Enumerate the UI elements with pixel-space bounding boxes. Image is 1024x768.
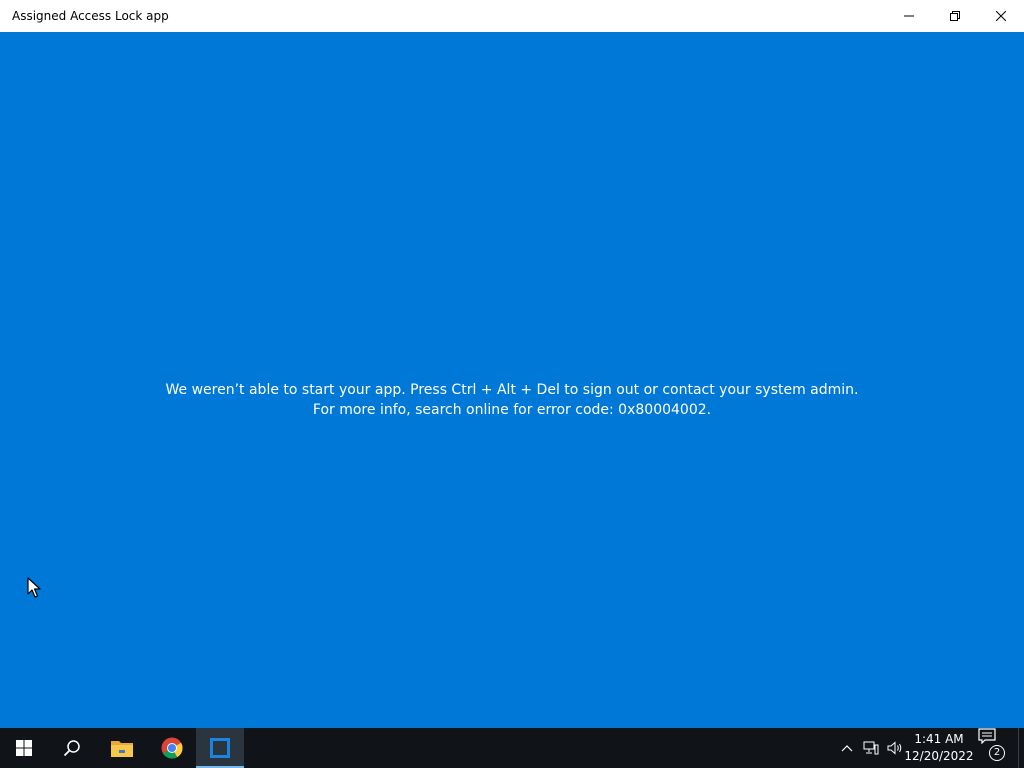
network-icon bbox=[863, 741, 879, 755]
title-bar: Assigned Access Lock app bbox=[0, 0, 1024, 32]
restore-button[interactable] bbox=[932, 0, 978, 32]
action-center-button[interactable]: 2 bbox=[978, 728, 1016, 768]
taskbar: 1:41 AM 12/20/2022 2 bbox=[0, 728, 1024, 768]
search-icon bbox=[63, 740, 80, 757]
show-hidden-icons-button[interactable] bbox=[836, 728, 858, 768]
volume-icon bbox=[887, 741, 902, 755]
taskbar-lock-app[interactable] bbox=[196, 728, 244, 768]
windows-logo-icon bbox=[16, 740, 32, 756]
taskbar-chrome[interactable] bbox=[148, 728, 196, 768]
minimize-button[interactable] bbox=[886, 0, 932, 32]
close-button[interactable] bbox=[978, 0, 1024, 32]
lock-app-surface: We weren’t able to start your app. Press… bbox=[0, 32, 1024, 728]
volume-button[interactable] bbox=[884, 728, 906, 768]
notification-icon bbox=[978, 728, 996, 745]
close-icon bbox=[996, 11, 1006, 21]
window-title: Assigned Access Lock app bbox=[12, 9, 169, 23]
minimize-icon bbox=[904, 15, 914, 17]
folder-icon bbox=[111, 741, 133, 757]
restore-icon bbox=[950, 11, 960, 21]
notification-count-badge: 2 bbox=[989, 745, 1005, 761]
chevron-up-icon bbox=[841, 745, 853, 752]
app-window-icon bbox=[210, 738, 230, 758]
error-line-2: For more info, search online for error c… bbox=[312, 402, 712, 418]
start-button[interactable] bbox=[0, 728, 48, 768]
error-message: We weren’t able to start your app. Press… bbox=[0, 380, 1024, 420]
taskbar-clock[interactable]: 1:41 AM 12/20/2022 bbox=[904, 728, 974, 768]
error-line-1: We weren’t able to start your app. Press… bbox=[165, 382, 859, 398]
clock-date: 12/20/2022 bbox=[904, 749, 974, 763]
show-desktop-button[interactable] bbox=[1018, 728, 1024, 768]
clock-time: 1:41 AM bbox=[914, 732, 964, 746]
network-button[interactable] bbox=[860, 728, 882, 768]
search-button[interactable] bbox=[48, 728, 96, 768]
mouse-pointer-icon bbox=[27, 577, 41, 598]
taskbar-file-explorer[interactable] bbox=[98, 728, 146, 768]
chrome-icon bbox=[161, 737, 183, 759]
